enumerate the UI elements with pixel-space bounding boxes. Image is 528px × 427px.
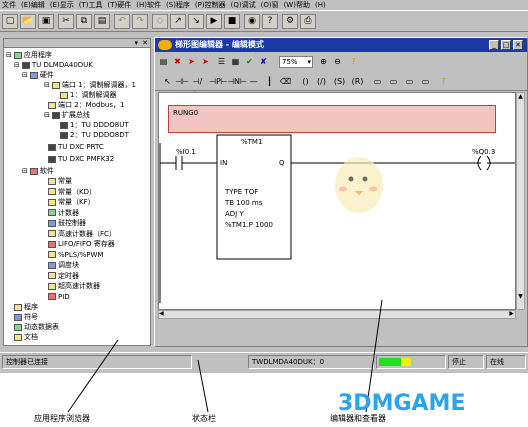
caption-browser: 应用程序浏览器 [34,414,90,423]
caption-statusbar: 状态栏 [192,414,216,423]
annotation-lines [67,299,383,413]
watermark-logo: 3DMGAME [338,391,466,416]
